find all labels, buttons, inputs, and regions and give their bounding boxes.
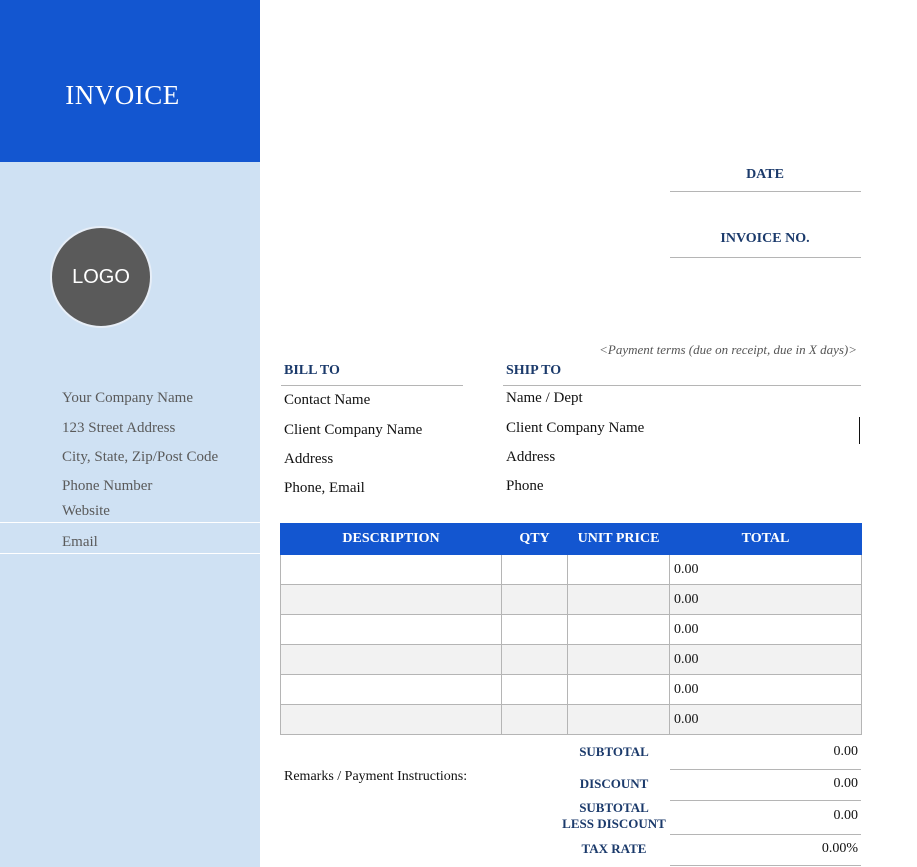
- cell-unit-price[interactable]: [567, 614, 670, 645]
- cell-total: 0.00: [669, 644, 862, 675]
- company-email[interactable]: Email: [62, 534, 98, 551]
- company-street[interactable]: 123 Street Address: [62, 420, 175, 437]
- bill-to-heading: BILL TO: [284, 363, 340, 378]
- table-row: 0.00: [280, 674, 862, 705]
- totals-rule: [670, 800, 861, 801]
- cell-total: 0.00: [669, 584, 862, 615]
- table-row: 0.00: [280, 644, 862, 675]
- ship-to-address[interactable]: Address: [506, 449, 555, 466]
- cell-unit-price[interactable]: [567, 554, 670, 585]
- cell-description[interactable]: [280, 614, 502, 645]
- subtotal-less-discount-value: 0.00: [833, 808, 859, 823]
- sidebar-divider: [0, 553, 260, 554]
- table-row: 0.00: [280, 554, 862, 585]
- column-header-unit-price: UNIT PRICE: [567, 523, 670, 555]
- cell-description[interactable]: [280, 674, 502, 705]
- cell-description[interactable]: [280, 644, 502, 675]
- totals-rule: [670, 865, 861, 866]
- cell-total: 0.00: [669, 554, 862, 585]
- sidebar-divider: [0, 522, 260, 523]
- cell-total: 0.00: [669, 704, 862, 735]
- ship-to-heading: SHIP TO: [506, 363, 562, 378]
- ship-to-name[interactable]: Name / Dept: [506, 390, 583, 407]
- discount-value[interactable]: 0.00: [670, 776, 859, 792]
- logo-label: LOGO: [72, 265, 130, 288]
- cell-total: 0.00: [669, 674, 862, 705]
- company-phone[interactable]: Phone Number: [62, 478, 152, 495]
- company-city[interactable]: City, State, Zip/Post Code: [62, 449, 218, 466]
- logo-placeholder[interactable]: LOGO: [50, 226, 152, 328]
- company-website[interactable]: Website: [62, 503, 110, 520]
- cell-unit-price[interactable]: [567, 584, 670, 615]
- cell-unit-price[interactable]: [567, 644, 670, 675]
- cell-description[interactable]: [280, 584, 502, 615]
- tax-rate-value[interactable]: 0.00%: [670, 841, 858, 857]
- bill-to-company[interactable]: Client Company Name: [284, 422, 422, 439]
- tax-rate-label: TAX RATE: [581, 841, 647, 856]
- invoice-title: INVOICE: [65, 80, 180, 110]
- subtotal-less-discount-label: SUBTOTAL LESS DISCOUNT: [560, 800, 668, 832]
- totals-rule: [670, 834, 861, 835]
- date-field-line[interactable]: [670, 191, 861, 192]
- bill-to-contact[interactable]: Contact Name: [284, 392, 370, 409]
- table-header-row: DESCRIPTION QTY UNIT PRICE TOTAL: [280, 523, 862, 555]
- table-row: 0.00: [280, 584, 862, 615]
- cell-description[interactable]: [280, 554, 502, 585]
- company-name[interactable]: Your Company Name: [62, 390, 193, 407]
- sidebar-header: INVOICE: [0, 0, 260, 162]
- bill-to-rule: [281, 385, 463, 386]
- cell-unit-price[interactable]: [567, 674, 670, 705]
- table-row: 0.00: [280, 704, 862, 735]
- text-cursor: [859, 417, 860, 444]
- cell-qty[interactable]: [501, 584, 568, 615]
- discount-label: DISCOUNT: [579, 776, 649, 791]
- invoice-no-label: INVOICE NO.: [720, 231, 810, 246]
- cell-description[interactable]: [280, 704, 502, 735]
- line-items-table: DESCRIPTION QTY UNIT PRICE TOTAL 0.00 0.…: [280, 523, 862, 735]
- remarks-label[interactable]: Remarks / Payment Instructions:: [284, 769, 467, 785]
- ship-to-company[interactable]: Client Company Name: [506, 420, 644, 437]
- column-header-qty: QTY: [501, 523, 568, 555]
- cell-unit-price[interactable]: [567, 704, 670, 735]
- totals-rule: [670, 769, 861, 770]
- subtotal-less-line2: LESS DISCOUNT: [562, 816, 666, 831]
- invoice-no-field-line[interactable]: [670, 257, 861, 258]
- subtotal-label: SUBTOTAL: [579, 744, 649, 759]
- cell-qty[interactable]: [501, 704, 568, 735]
- sidebar: INVOICE LOGO Your Company Name 123 Stree…: [0, 0, 260, 867]
- ship-to-phone[interactable]: Phone: [506, 478, 544, 495]
- payment-terms[interactable]: <Payment terms (due on receipt, due in X…: [599, 342, 857, 358]
- column-header-description: DESCRIPTION: [280, 523, 502, 555]
- cell-qty[interactable]: [501, 554, 568, 585]
- cell-total: 0.00: [669, 614, 862, 645]
- bill-to-phone-email[interactable]: Phone, Email: [284, 480, 365, 497]
- column-header-total: TOTAL: [669, 523, 862, 555]
- cell-qty[interactable]: [501, 644, 568, 675]
- subtotal-value: 0.00: [833, 744, 859, 759]
- subtotal-less-line1: SUBTOTAL: [579, 800, 649, 815]
- table-row: 0.00: [280, 614, 862, 645]
- ship-to-rule: [503, 385, 861, 386]
- cell-qty[interactable]: [501, 614, 568, 645]
- cell-qty[interactable]: [501, 674, 568, 705]
- date-label: DATE: [746, 167, 784, 182]
- bill-to-address[interactable]: Address: [284, 451, 333, 468]
